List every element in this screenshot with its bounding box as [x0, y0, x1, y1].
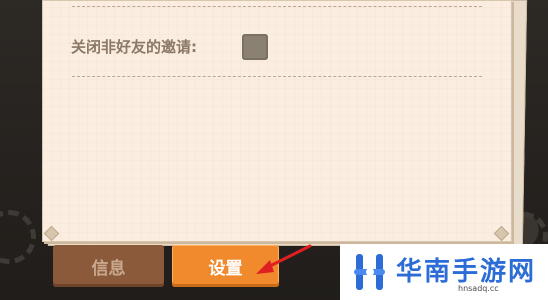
- watermark-brand-text: 华南手游网: [396, 257, 537, 287]
- watermark-url: hnsadq.cc: [458, 284, 499, 293]
- divider: [72, 6, 482, 7]
- tab-settings-label: 设置: [208, 258, 243, 279]
- tab-info[interactable]: 信息: [53, 245, 164, 287]
- decline-non-friend-invites-checkbox[interactable]: [242, 34, 268, 60]
- red-arrow-icon: [256, 244, 312, 274]
- h-logo-icon: [354, 254, 385, 290]
- corner-ornament: [493, 225, 510, 242]
- corner-ornament: [43, 225, 60, 242]
- watermark: 华南手游网 hnsadq.cc: [340, 244, 548, 300]
- settings-dialog: 关闭非好友的邀请:: [42, 0, 512, 242]
- decline-non-friend-invites-label: 关闭非好友的邀请:: [71, 38, 197, 56]
- tab-info-label: 信息: [91, 258, 126, 279]
- divider: [72, 76, 482, 77]
